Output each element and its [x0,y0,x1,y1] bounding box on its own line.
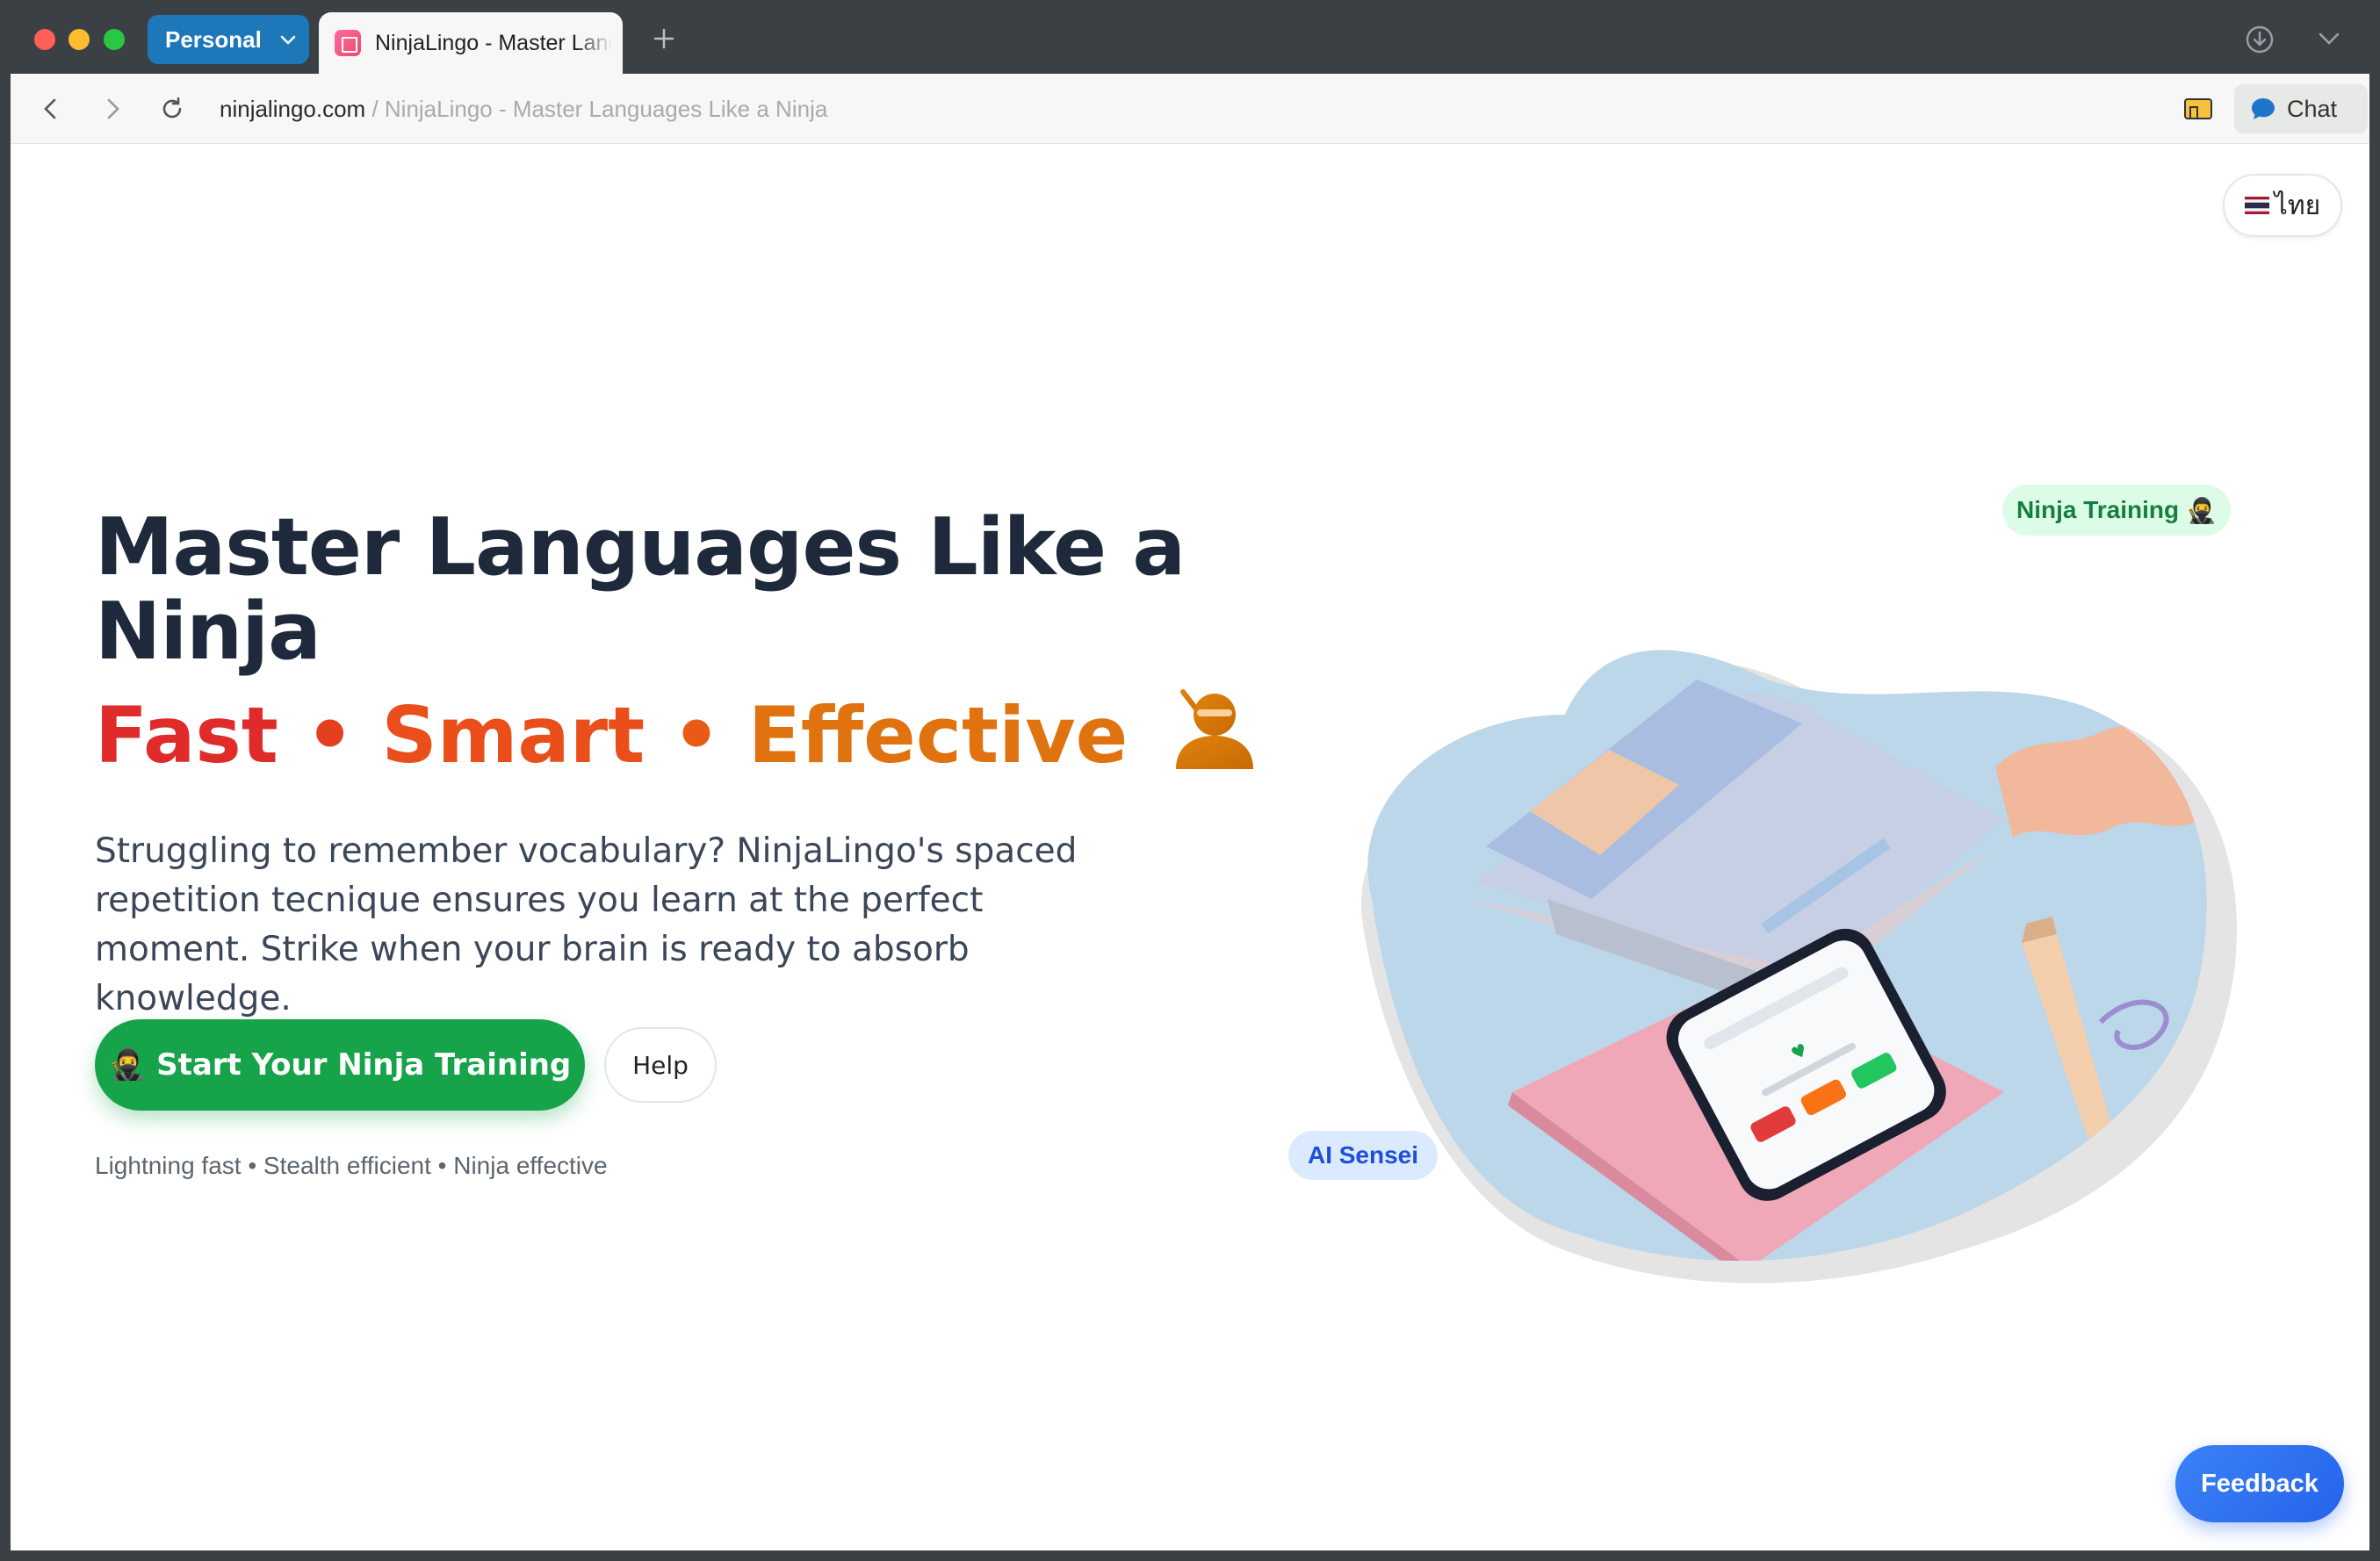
hero-description: Struggling to remember vocabulary? Ninja… [95,831,1078,1018]
ai-sensei-badge: AI Sensei [1288,1131,1438,1180]
cta-label: Start Your Ninja Training [156,1047,572,1083]
url-field[interactable]: ninjalingo.com / NinjaLingo - Master Lan… [220,93,827,125]
profile-switcher[interactable]: Personal [148,15,309,64]
feedback-button[interactable]: Feedback [2175,1445,2344,1522]
ninja-icon [1175,689,1253,769]
address-toolbar: ninjalingo.com / NinjaLingo - Master Lan… [11,74,2369,144]
feedback-label: Feedback [2201,1469,2319,1498]
tagline: Lightning fast • Stealth efficient • Nin… [95,1152,608,1179]
extension-icon[interactable] [2183,97,2213,121]
hero-subtitle: Fast • Smart • Effective [95,688,1255,780]
profile-label: Personal [165,25,262,53]
url-path: NinjaLingo - Master Languages Like a Nin… [384,96,828,122]
language-switcher[interactable]: ไทย [2223,174,2342,237]
url-separator: / [365,96,385,122]
thai-flag-icon [2244,197,2269,214]
subtitle-fast: Fast [95,690,278,780]
help-button[interactable]: Help [604,1027,717,1103]
tab-active[interactable]: NinjaLingo - Master Languages Like a Nin… [319,12,623,74]
close-window-button[interactable] [34,29,55,50]
ninjalingo-favicon-icon [335,30,361,56]
ninja-icon: 🥷 [108,1047,147,1083]
chat-label: Chat [2287,95,2338,122]
back-icon[interactable] [37,95,65,123]
ninja-icon: 🥷 [2186,496,2217,524]
reload-icon[interactable] [158,95,186,123]
forward-icon[interactable] [98,95,126,123]
maximize-window-button[interactable] [104,29,125,50]
plus-icon[interactable] [650,25,678,53]
badge-ninja-label: Ninja Training [2016,496,2180,523]
tab-bar: Personal NinjaLingo - Master Languages L… [0,0,2380,74]
subtitle-dot: • [671,690,722,780]
minimize-window-button[interactable] [69,29,90,50]
subtitle-dot: • [305,690,355,780]
url-host: ninjalingo.com [220,96,366,122]
chevron-down-icon [280,35,296,45]
browser-window: Personal NinjaLingo - Master Languages L… [0,0,2380,1561]
chevron-down-icon[interactable] [2317,28,2341,49]
ninja-training-badge: Ninja Training 🥷 [2002,485,2231,536]
badge-ai-label: AI Sensei [1307,1141,1419,1169]
page-content: ไทย Master Languages Like a Ninja Fast •… [11,144,2369,1550]
tab-title: NinjaLingo - Master Languages Like a Nin… [375,30,612,55]
language-label: ไทย [2274,191,2321,220]
chat-button[interactable]: Chat [2234,84,2368,133]
help-label: Help [632,1050,689,1080]
start-training-button[interactable]: 🥷 Start Your Ninja Training [95,1019,585,1111]
subtitle-effective: Effective [747,690,1129,780]
subtitle-smart: Smart [381,690,645,780]
chat-bubble-icon [2252,98,2275,119]
hero-title: Master Languages Like a Ninja [95,501,1186,678]
download-icon[interactable] [2245,25,2275,54]
hero-illustration: ♥ [1360,650,2237,1284]
